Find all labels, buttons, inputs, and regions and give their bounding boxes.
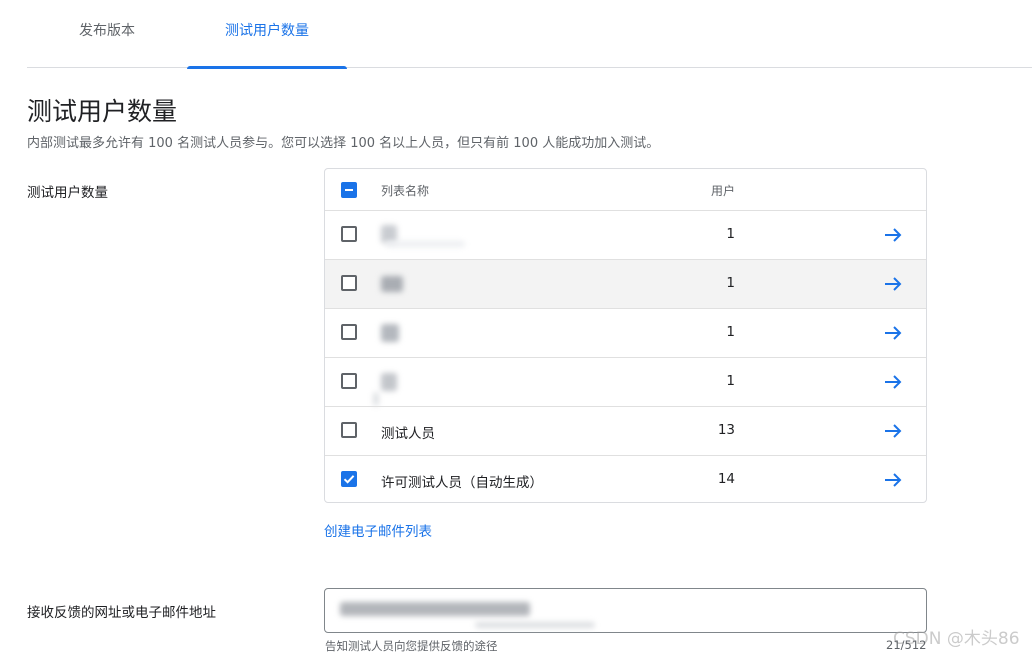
table-header: 列表名称 用户	[325, 169, 926, 210]
row-users-count: 1	[726, 275, 735, 291]
redacted-input-value	[340, 602, 530, 616]
testers-field-label: 测试用户数量	[27, 185, 108, 201]
row-users-count: 13	[717, 422, 735, 438]
feedback-url-input[interactable]	[324, 588, 927, 633]
row-users-count: 1	[726, 373, 735, 389]
row-users-count: 1	[726, 324, 735, 340]
row-users-count: 1	[726, 226, 735, 242]
tester-list-table: 列表名称 用户 1 1 1 1 测试人员 13 许可测试人员（自动生成） 14	[324, 168, 927, 503]
redacted-list-name	[385, 241, 465, 247]
checkmark-icon	[343, 475, 355, 484]
character-counter: 21/512	[886, 638, 927, 652]
row-checkbox[interactable]	[341, 226, 357, 242]
row-checkbox[interactable]	[341, 422, 357, 438]
table-row[interactable]: 1	[325, 357, 926, 406]
table-row[interactable]: 1	[325, 210, 926, 259]
column-header-name: 列表名称	[381, 184, 430, 198]
redacted-input-value	[475, 622, 595, 628]
column-header-users: 用户	[710, 184, 735, 198]
arrow-right-icon[interactable]	[883, 372, 903, 392]
table-row[interactable]: 测试人员 13	[325, 406, 926, 455]
tab-bar: 发布版本 测试用户数量	[27, 0, 1032, 69]
create-email-list-link[interactable]: 创建电子邮件列表	[324, 520, 432, 540]
row-list-name: 许可测试人员（自动生成）	[381, 475, 543, 491]
row-checkbox[interactable]	[341, 275, 357, 291]
arrow-right-icon[interactable]	[883, 470, 903, 490]
table-row[interactable]: 许可测试人员（自动生成） 14	[325, 455, 926, 502]
row-checkbox[interactable]	[341, 373, 357, 389]
tab-releases[interactable]: 发布版本	[27, 0, 187, 68]
indeterminate-checkbox-icon	[345, 189, 353, 191]
arrow-right-icon[interactable]	[883, 274, 903, 294]
redacted-list-name	[381, 324, 399, 342]
page-description: 内部测试最多允许有 100 名测试人员参与。您可以选择 100 名以上人员，但只…	[27, 136, 660, 151]
row-list-name: 测试人员	[381, 426, 435, 442]
select-all-checkbox[interactable]	[341, 182, 357, 198]
redacted-list-name	[381, 276, 403, 292]
redacted-list-name	[381, 373, 397, 391]
page-title: 测试用户数量	[27, 97, 178, 126]
row-checkbox[interactable]	[341, 324, 357, 340]
row-checkbox[interactable]	[341, 471, 357, 487]
row-users-count: 14	[717, 471, 735, 487]
feedback-hint: 告知测试人员向您提供反馈的途径	[325, 639, 498, 653]
table-row[interactable]: 1	[325, 308, 926, 357]
arrow-right-icon[interactable]	[883, 323, 903, 343]
tab-testers[interactable]: 测试用户数量	[187, 0, 347, 69]
arrow-right-icon[interactable]	[883, 225, 903, 245]
feedback-field-label: 接收反馈的网址或电子邮件地址	[27, 605, 216, 621]
redacted-list-name	[373, 392, 379, 406]
table-row[interactable]: 1	[325, 259, 926, 308]
arrow-right-icon[interactable]	[883, 421, 903, 441]
